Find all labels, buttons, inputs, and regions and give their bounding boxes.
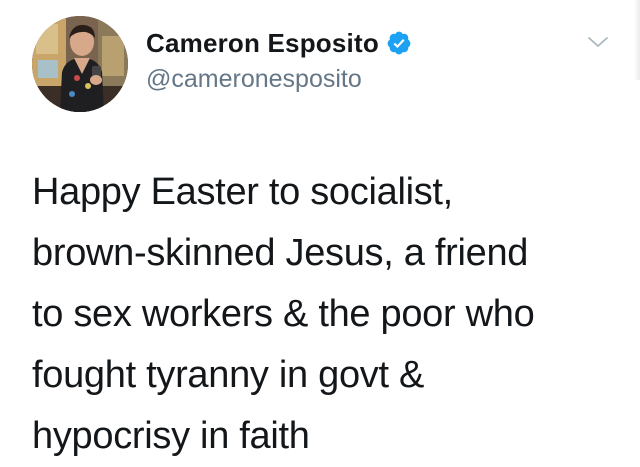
tweet-text: Happy Easter to socialist, brown-skinned… — [32, 162, 622, 467]
tweet-text-line: fought tyranny in govt & — [32, 354, 425, 396]
avatar-photo — [32, 16, 128, 112]
author-handle[interactable]: @cameronesposito — [146, 65, 412, 94]
chevron-down-icon — [588, 37, 608, 47]
verified-badge-icon — [386, 30, 412, 56]
avatar[interactable] — [32, 16, 128, 112]
author-info: Cameron Esposito @cameronesposito — [146, 26, 412, 94]
tweet-text-line: brown-skinned Jesus, a friend — [32, 232, 529, 274]
scroll-edge — [634, 0, 640, 80]
tweet-text-line: hypocrisy in faith — [32, 415, 310, 457]
author-display-name[interactable]: Cameron Esposito — [146, 28, 379, 59]
tweet-card: Cameron Esposito @cameronesposito Happy … — [0, 0, 640, 465]
tweet-text-line: to sex workers & the poor who — [32, 293, 535, 335]
name-row: Cameron Esposito — [146, 26, 412, 60]
tweet-menu-button[interactable] — [586, 30, 610, 54]
tweet-text-line: Happy Easter to socialist, — [32, 171, 453, 213]
